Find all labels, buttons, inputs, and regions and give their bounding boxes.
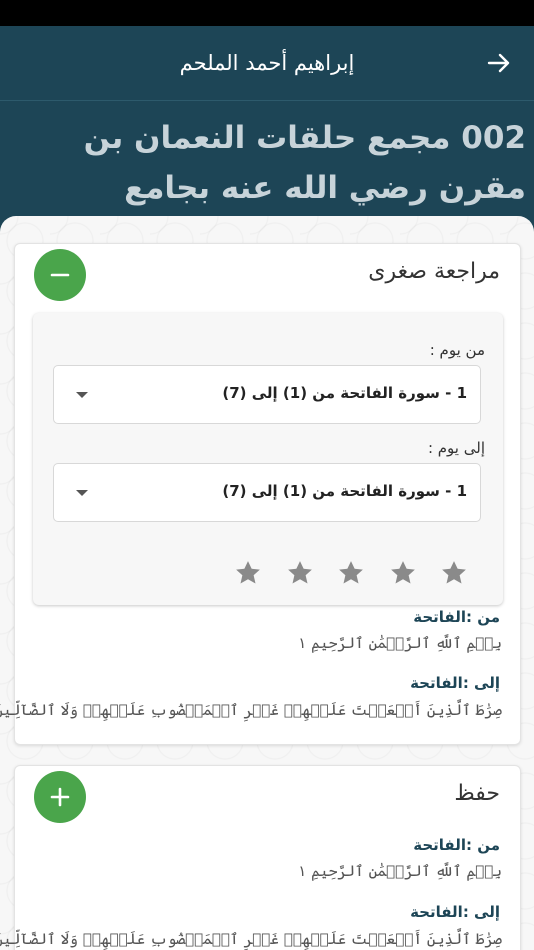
review-range-form: من يوم : 1 - سورة الفاتحة من (1) إلى (7)… <box>33 313 503 605</box>
star-icon[interactable] <box>439 558 469 588</box>
plus-icon <box>50 787 70 807</box>
minor-review-title: مراجعة صغرى <box>368 259 500 284</box>
to-ayah-text: صِرَٰطَ ٱلَّذِينَ أَنۡعَمۡتَ عَلَيۡهِمۡ … <box>0 930 502 948</box>
caret-down-icon <box>76 490 88 496</box>
from-surah-label: من :الفاتحة <box>413 608 500 626</box>
star-icon[interactable] <box>336 558 366 588</box>
arrow-right-icon <box>487 53 510 73</box>
app-bar: إبراهيم أحمد الملحم <box>0 26 534 100</box>
expand-button[interactable] <box>34 771 86 823</box>
star-icon[interactable] <box>233 558 263 588</box>
minus-icon <box>50 273 70 277</box>
from-ayah-text: بِسۡمِ ٱللَّهِ ٱلرَّحۡمَٰنِ ٱلرَّحِيمِ ١ <box>298 634 502 652</box>
collapse-button[interactable] <box>34 249 86 301</box>
from-day-label: من يوم : <box>429 341 485 359</box>
to-surah-label: إلى :الفاتحة <box>410 674 500 692</box>
from-surah-label: من :الفاتحة <box>413 836 500 854</box>
star-icon[interactable] <box>388 558 418 588</box>
memorization-card: حفظ من :الفاتحة بِسۡمِ ٱللَّهِ ٱلرَّحۡمَ… <box>0 765 521 950</box>
from-ayah-text: بِسۡمِ ٱللَّهِ ٱلرَّحۡمَٰنِ ٱلرَّحِيمِ ١ <box>298 862 502 880</box>
minor-review-card: مراجعة صغرى من يوم : 1 - سورة الفاتحة من… <box>0 243 521 745</box>
to-day-value: 1 - سورة الفاتحة من (1) إلى (7) <box>222 482 467 500</box>
memorization-title: حفظ <box>454 781 500 806</box>
caret-down-icon <box>76 392 88 398</box>
from-day-value: 1 - سورة الفاتحة من (1) إلى (7) <box>222 384 467 402</box>
from-day-select[interactable]: 1 - سورة الفاتحة من (1) إلى (7) <box>53 365 481 424</box>
to-day-label: إلى يوم : <box>427 439 485 457</box>
status-bar <box>0 0 534 26</box>
to-day-select[interactable]: 1 - سورة الفاتحة من (1) إلى (7) <box>53 463 481 522</box>
to-surah-label: إلى :الفاتحة <box>410 903 500 921</box>
screen: إبراهيم أحمد الملحم 002 مجمع حلقات النعم… <box>0 0 534 950</box>
rating-stars <box>233 556 469 590</box>
to-ayah-text: صِرَٰطَ ٱلَّذِينَ أَنۡعَمۡتَ عَلَيۡهِمۡ … <box>0 701 502 719</box>
back-button[interactable] <box>484 48 514 78</box>
star-icon[interactable] <box>285 558 315 588</box>
app-title: إبراهيم أحمد الملحم <box>179 51 355 75</box>
